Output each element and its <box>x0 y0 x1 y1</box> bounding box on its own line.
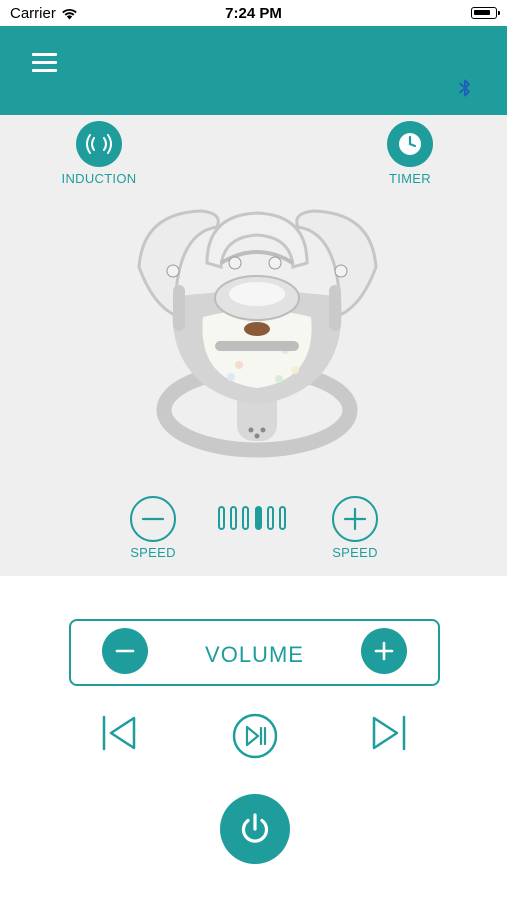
plus-icon <box>374 641 394 661</box>
speed-level-bar-active <box>254 506 262 530</box>
power-button[interactable] <box>220 794 290 864</box>
baby-swing-image <box>137 209 378 458</box>
hamburger-menu-icon[interactable] <box>32 53 57 73</box>
minus-icon <box>141 517 165 521</box>
speed-decrease-button[interactable] <box>130 496 176 542</box>
speed-level-bar <box>230 506 238 530</box>
speed-level-bar <box>218 506 225 530</box>
speed-level-indicator <box>218 506 286 530</box>
minus-icon <box>115 649 135 653</box>
speed-increase-label: SPEED <box>332 545 378 560</box>
skip-previous-icon[interactable] <box>100 714 138 752</box>
timer-button[interactable] <box>387 121 433 167</box>
timer-label: TIMER <box>389 171 431 186</box>
speed-level-bar <box>242 506 250 530</box>
status-bar: Carrier 7:24 PM <box>0 0 507 26</box>
play-pause-icon[interactable] <box>232 713 278 759</box>
volume-decrease-button[interactable] <box>102 628 148 674</box>
induction-icon <box>86 134 112 154</box>
bluetooth-icon[interactable] <box>457 78 473 98</box>
speed-decrease-label: SPEED <box>130 545 176 560</box>
induction-button[interactable] <box>76 121 122 167</box>
app-header <box>0 26 507 115</box>
speed-increase-button[interactable] <box>332 496 378 542</box>
speed-level-bar <box>266 506 274 530</box>
volume-increase-button[interactable] <box>361 628 407 674</box>
battery-icon <box>471 7 500 19</box>
clock-icon <box>399 133 421 155</box>
skip-next-icon[interactable] <box>370 714 408 752</box>
power-icon <box>241 813 269 843</box>
induction-label: INDUCTION <box>61 171 137 186</box>
battery-level-fill <box>474 10 490 15</box>
clock: 7:24 PM <box>225 5 282 22</box>
speed-level-bar <box>278 506 286 530</box>
plus-icon <box>343 507 367 531</box>
